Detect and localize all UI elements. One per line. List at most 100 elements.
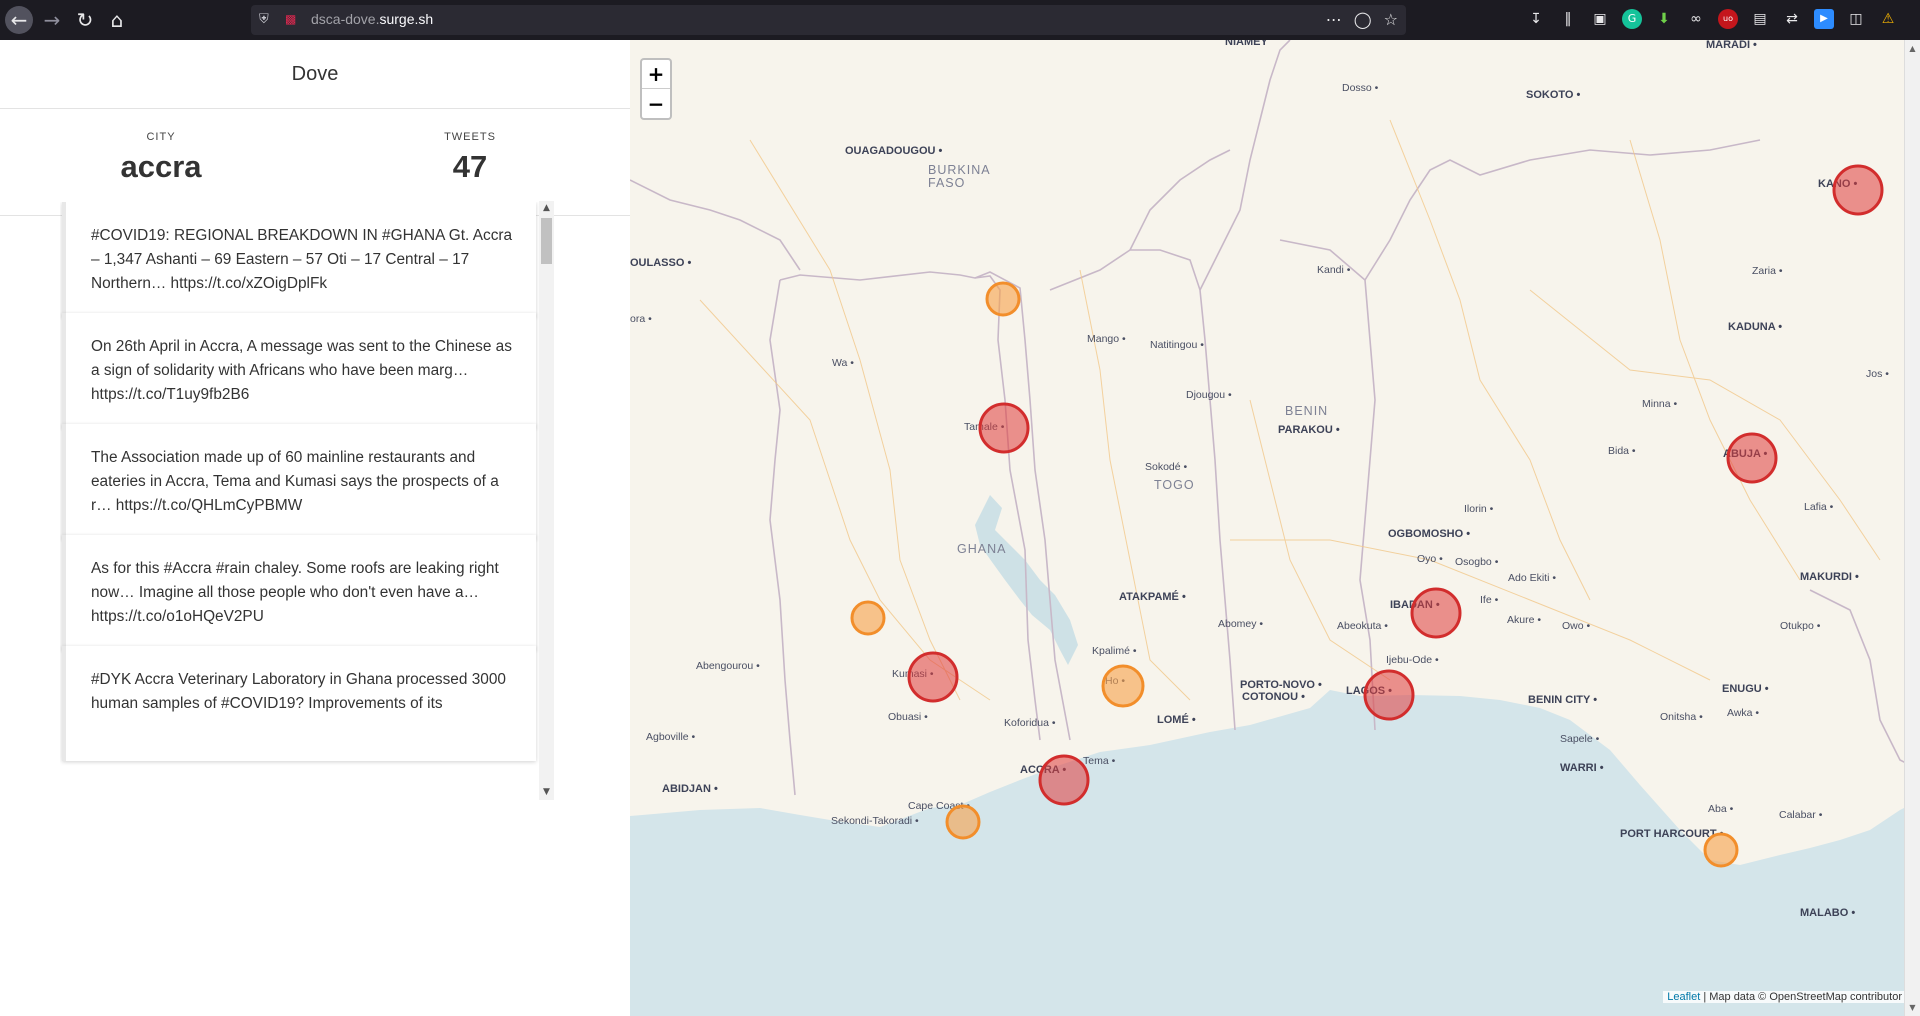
tweet-text: As for this #Accra #rain chaley. Some ro…	[91, 560, 499, 625]
page-scroll-up-icon[interactable]: ▲	[1905, 44, 1920, 53]
map-label: Djougou •	[1186, 389, 1232, 401]
map-label: ENUGU •	[1722, 683, 1769, 695]
screenshot-icon[interactable]: ▣	[1590, 9, 1610, 29]
zoom-app-icon[interactable]: ▶	[1814, 9, 1834, 29]
city-marker[interactable]	[850, 600, 886, 636]
home-icon[interactable]: ⌂	[103, 6, 131, 34]
tweet-list-scrollbar[interactable]: ▲ ▼	[539, 201, 554, 800]
map-label: Ilorin •	[1464, 503, 1494, 515]
map-canvas[interactable]: OUAGADOUGOU • BURKINAFASO Dosso • SOKOTO • M…	[630, 40, 1920, 1016]
city-marker[interactable]	[1363, 669, 1415, 721]
city-marker[interactable]	[1832, 164, 1884, 216]
tweets-label: TWEETS	[444, 131, 496, 143]
city-marker[interactable]	[1410, 587, 1462, 639]
url-host: surge.sh	[379, 11, 434, 27]
tweet-text: The Association made up of 60 mainline r…	[91, 449, 499, 514]
tweet-card[interactable]: On 26th April in Accra, A message was se…	[62, 313, 536, 428]
download-helper-icon[interactable]: ⬇	[1654, 9, 1674, 29]
map-label: Tema •	[1083, 755, 1116, 767]
tweets-value: 47	[452, 149, 488, 184]
map-label: Aba •	[1708, 803, 1734, 815]
map-label: Sokodé •	[1145, 461, 1188, 473]
map-label: Lafia •	[1804, 501, 1834, 513]
map[interactable]: OUAGADOUGOU • BURKINA FASO Dosso • SOKOTO • M…	[630, 40, 1920, 1016]
city-marker[interactable]	[978, 402, 1030, 454]
ublock-icon[interactable]: uo	[1718, 9, 1738, 29]
forward-arrow-icon[interactable]: →	[38, 6, 66, 34]
city-marker[interactable]	[1038, 754, 1090, 806]
tweet-text: On 26th April in Accra, A message was se…	[91, 338, 512, 403]
map-label: Abeokuta •	[1337, 620, 1388, 632]
city-marker[interactable]	[985, 281, 1021, 317]
map-label: Kpalimé •	[1092, 645, 1137, 657]
map-label: Mango •	[1087, 333, 1126, 345]
map-label: Sapele •	[1560, 733, 1600, 745]
zoom-control[interactable]: + −	[640, 58, 672, 120]
scroll-up-icon[interactable]: ▲	[539, 201, 554, 216]
map-label: OULASSO •	[630, 257, 691, 269]
map-label: BURKINA	[928, 163, 991, 177]
library-icon[interactable]: ‖	[1558, 9, 1578, 29]
city-label: CITY	[146, 131, 176, 143]
more-dots-icon[interactable]: ⋯	[1326, 10, 1342, 29]
map-label: KADUNA •	[1728, 321, 1782, 333]
url-bar[interactable]: ⛨ ▩ dsca-dove.surge.sh ⋯ ◯ ☆	[251, 5, 1406, 35]
reload-icon[interactable]: ↻	[71, 6, 99, 34]
star-icon[interactable]: ☆	[1384, 10, 1398, 29]
tweet-card[interactable]: As for this #Accra #rain chaley. Some ro…	[62, 535, 536, 650]
city-marker[interactable]	[945, 804, 981, 840]
city-marker[interactable]	[1703, 832, 1739, 868]
zoom-out-button[interactable]: −	[642, 90, 670, 119]
leaflet-link[interactable]: Leaflet	[1667, 991, 1700, 1003]
page-scrollbar[interactable]: ▲ ▼	[1904, 40, 1920, 1016]
map-label: Oyo •	[1417, 553, 1443, 565]
city-marker[interactable]	[1101, 664, 1145, 708]
map-label: GHANA	[957, 542, 1006, 556]
map-label: PORT HARCOURT •	[1620, 828, 1724, 840]
map-label: Akure •	[1507, 614, 1541, 626]
map-label: OUAGADOUGOU •	[845, 145, 943, 157]
map-label: Natitingou •	[1150, 339, 1204, 351]
document-icon[interactable]: ▤	[1750, 9, 1770, 29]
pocket-icon[interactable]: ◯	[1354, 10, 1372, 29]
map-label: LOMÉ •	[1157, 713, 1196, 726]
shield-icon[interactable]: ⛨	[259, 12, 275, 28]
download-icon[interactable]: ↧	[1526, 9, 1546, 29]
incognito-glasses-icon[interactable]: ∞	[1686, 9, 1706, 29]
map-label: Sekondi-Takoradi •	[831, 815, 919, 827]
map-label: Otukpo •	[1780, 620, 1821, 632]
map-label: Ife •	[1480, 594, 1499, 606]
map-label: ATAKPAMÉ •	[1119, 590, 1186, 603]
attribution-text: | Map data © OpenStreetMap contributor	[1700, 991, 1902, 1003]
back-arrow-icon[interactable]: ←	[5, 6, 33, 34]
extensions-warning-icon[interactable]: ⚠	[1878, 9, 1898, 29]
map-label: MAKURDI •	[1800, 571, 1859, 583]
scrollbar-thumb[interactable]	[541, 218, 552, 264]
map-label: BENIN	[1285, 404, 1328, 418]
zoom-in-button[interactable]: +	[642, 60, 670, 89]
page-scroll-down-icon[interactable]: ▼	[1905, 1003, 1920, 1012]
map-label: Obuasi •	[888, 711, 928, 723]
url-text[interactable]: dsca-dove.surge.sh	[311, 11, 433, 27]
city-marker[interactable]	[1726, 432, 1778, 484]
map-label: Owo •	[1562, 620, 1591, 632]
tweet-list[interactable]: #COVID19: REGIONAL BREAKDOWN IN #GHANA G…	[60, 202, 556, 800]
map-label: Koforidua •	[1004, 717, 1056, 729]
scroll-down-icon[interactable]: ▼	[539, 785, 554, 800]
map-label: COTONOU •	[1242, 691, 1305, 703]
insecure-lock-icon[interactable]: ▩	[285, 12, 301, 28]
map-label: Osogbo •	[1455, 556, 1499, 568]
map-label: BENIN CITY •	[1528, 694, 1597, 706]
translate-icon[interactable]: ⇄	[1782, 9, 1802, 29]
map-label: Awka •	[1727, 707, 1759, 719]
tweet-card[interactable]: The Association made up of 60 mainline r…	[62, 424, 536, 539]
city-marker[interactable]	[907, 651, 959, 703]
map-label: FASO	[928, 176, 965, 190]
tweet-card[interactable]: #DYK Accra Veterinary Laboratory in Ghan…	[62, 646, 536, 761]
folder-icon[interactable]: ◫	[1846, 9, 1866, 29]
url-subdomain: dsca-dove.	[311, 11, 380, 27]
map-label: Wa •	[832, 357, 854, 369]
tweet-text: #COVID19: REGIONAL BREAKDOWN IN #GHANA G…	[91, 227, 513, 292]
grammarly-icon[interactable]: G	[1622, 9, 1642, 29]
tweet-card[interactable]: #COVID19: REGIONAL BREAKDOWN IN #GHANA G…	[62, 202, 536, 317]
